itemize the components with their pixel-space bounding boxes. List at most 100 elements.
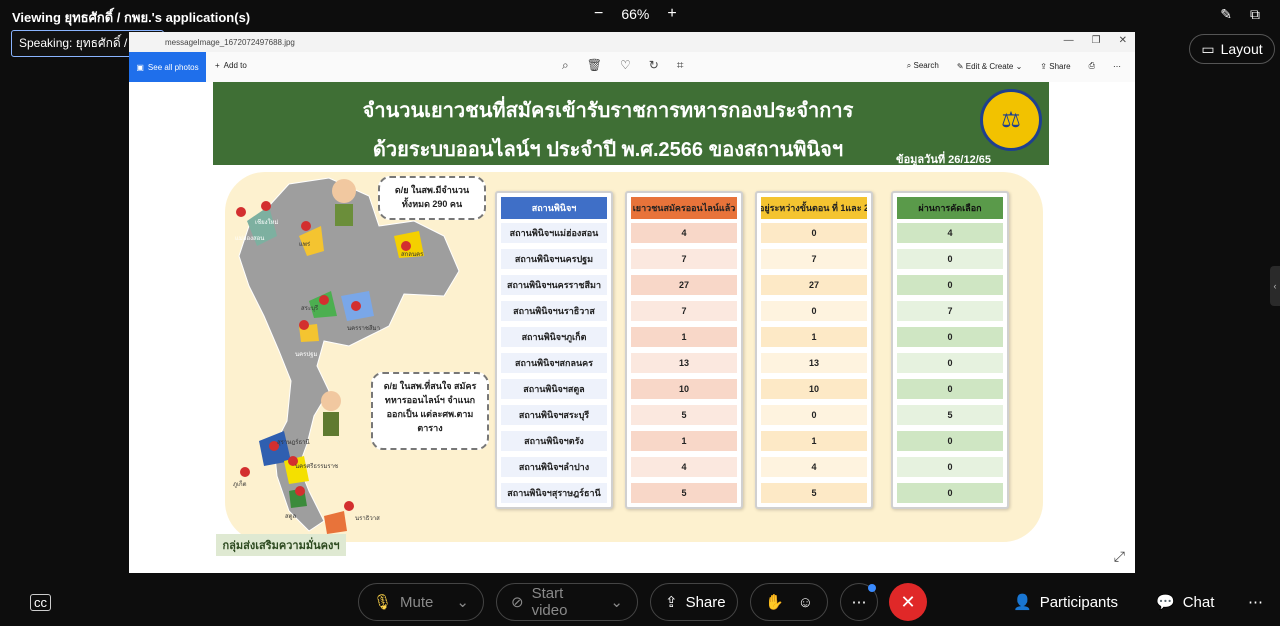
chat-icon: 💬: [1156, 594, 1175, 611]
participants-button[interactable]: 👤 Participants: [1013, 593, 1118, 612]
station-name-cell: สถานพินิจฯนครปฐม: [501, 249, 607, 269]
value-cell: 5: [761, 483, 867, 503]
add-to-button[interactable]: + Add to: [215, 61, 247, 70]
zoom-icon[interactable]: ⌕: [562, 58, 569, 73]
value-cell: 27: [761, 275, 867, 295]
infographic-title-line2: ด้วยระบบออนไลน์ฯ ประจำปี พ.ศ.2566 ของสถา…: [372, 139, 844, 161]
see-all-label: See all photos: [147, 62, 199, 72]
value-cell: 1: [631, 431, 737, 451]
station-name-cell: สถานพินิจฯนครราชสีมา: [501, 275, 607, 295]
annotate-icon[interactable]: ✎: [1220, 6, 1232, 23]
infographic-banner: จำนวนเยาวชนที่สมัครเข้ารับราชการทหารกองป…: [213, 82, 1049, 166]
map-label: นครปฐม: [295, 351, 317, 358]
chevron-down-icon[interactable]: ⌄: [456, 593, 469, 611]
map-label: ภูเก็ต: [233, 479, 247, 488]
viewer-right-tools: ⌕ Search ✎ Edit & Create ⌄ ⇪ Share ⎙ ⋯: [907, 61, 1121, 71]
map-label: สุราษฎร์ธานี: [277, 438, 310, 446]
share-label: Share: [685, 593, 726, 611]
value-cell: 0: [897, 431, 1003, 451]
map-label: เชียงใหม่: [255, 218, 278, 226]
popout-icon[interactable]: ⧉: [1250, 6, 1260, 23]
zoom-out-button[interactable]: −: [594, 5, 603, 23]
column-header: สถานพินิจฯ: [501, 197, 607, 219]
favorite-icon[interactable]: ♡: [620, 58, 631, 73]
edit-create-button[interactable]: ✎ Edit & Create ⌄: [957, 62, 1022, 71]
viewer-share-button[interactable]: ⇪ Share: [1040, 62, 1070, 71]
chat-label: Chat: [1182, 593, 1215, 611]
station-name-cell: สถานพินิจฯแม่ฮ่องสอน: [501, 223, 607, 243]
minimize-icon[interactable]: —: [1064, 35, 1074, 46]
layout-icon: ▭: [1201, 40, 1215, 57]
column-header: เยาวชนสมัครออนไลน์แล้ว: [631, 197, 737, 219]
station-name-cell: สถานพินิจฯสตูล: [501, 379, 607, 399]
more-icon[interactable]: ⋯: [1113, 62, 1121, 71]
thailand-map: เชียงใหม่ แม่ฮ่องสอน แพร่ สกลนคร สระบุรี…: [233, 177, 460, 534]
mute-label: Mute: [400, 593, 434, 611]
raise-hand-icon[interactable]: ✋: [765, 593, 784, 611]
start-video-button[interactable]: ⊘ Start video ⌄: [496, 583, 638, 621]
delete-icon[interactable]: 🗑: [587, 58, 602, 73]
fullscreen-icon[interactable]: ⤢: [1114, 548, 1125, 565]
chat-button[interactable]: 💬 Chat: [1156, 593, 1215, 612]
table-column-applied: เยาวชนสมัครออนไลน์แล้ว 4 7 27 7 1 13 10 5 1 4 5: [625, 191, 743, 509]
value-cell: 1: [761, 431, 867, 451]
value-cell: 0: [897, 457, 1003, 477]
value-cell: 13: [631, 353, 737, 373]
plus-icon: +: [215, 61, 220, 70]
captions-icon[interactable]: cc: [30, 594, 51, 611]
meeting-top-bar: Viewing ยุทธศักดิ์ / กพย.'s application(…: [0, 0, 1280, 30]
map-label: นราธิวาส: [355, 515, 380, 522]
infographic-footer: กลุ่มส่งเสริมความมั่นคงฯ: [216, 534, 346, 556]
end-call-button[interactable]: ✕: [889, 583, 927, 621]
value-cell: 5: [897, 405, 1003, 425]
value-cell: 7: [761, 249, 867, 269]
chevron-down-icon[interactable]: ⌄: [610, 593, 623, 611]
map-label: นครราชสีมา: [347, 324, 380, 332]
more-icon: ⋯: [851, 594, 867, 611]
mute-button[interactable]: 🎙 Mute ⌄: [358, 583, 484, 621]
value-cell: 27: [631, 275, 737, 295]
value-cell: 0: [761, 301, 867, 321]
value-cell: 0: [897, 379, 1003, 399]
table-column-station: สถานพินิจฯ สถานพินิจฯแม่ฮ่องสอนสถานพินิจ…: [495, 191, 613, 509]
zoom-in-button[interactable]: +: [667, 5, 676, 23]
callout-explain: ด/ย ในสพ.ที่สนใจ สมัครทหารออนไลน์ฯ จำแนก…: [371, 372, 489, 450]
shared-photo-viewer: messageImage_1672072497688.jpg — ❐ ✕ ▣ S…: [129, 32, 1135, 573]
maximize-icon[interactable]: ❐: [1092, 35, 1101, 46]
station-name-cell: สถานพินิจฯภูเก็ต: [501, 327, 607, 347]
value-cell: 4: [631, 223, 737, 243]
more-icon[interactable]: ⋯: [1248, 593, 1263, 611]
microphone-icon: 🎙: [373, 594, 393, 611]
viewer-search-button[interactable]: ⌕ Search: [907, 61, 939, 71]
see-all-photos-button[interactable]: ▣ See all photos: [129, 52, 206, 82]
value-cell: 5: [631, 483, 737, 503]
viewer-titlebar: messageImage_1672072497688.jpg — ❐ ✕: [129, 32, 1135, 52]
infographic-image: จำนวนเยาวชนที่สมัครเข้ารับราชการทหารกองป…: [213, 82, 1051, 560]
value-cell: 10: [631, 379, 737, 399]
station-name-cell: สถานพินิจฯสุราษฎร์ธานี: [501, 483, 607, 503]
reactions-icon[interactable]: ☺: [798, 594, 813, 611]
table-column-in-process: อยู่ระหว่างขั้นตอน ที่ 1และ 2 0 7 27 0 1 13 10…: [755, 191, 873, 509]
viewer-filename: messageImage_1672072497688.jpg: [165, 38, 295, 47]
start-video-label: Start video: [531, 585, 568, 619]
side-panel-toggle[interactable]: ‹: [1270, 266, 1280, 306]
viewer-search-label: Search: [913, 61, 939, 70]
column-header: ผ่านการคัดเลือก: [897, 197, 1003, 219]
reactions-group: ✋ ☺: [750, 583, 828, 621]
photos-icon: ▣: [136, 62, 144, 72]
print-icon[interactable]: ⎙: [1089, 61, 1095, 71]
layout-button[interactable]: ▭ Layout: [1189, 34, 1275, 64]
share-title: Viewing ยุทธศักดิ์ / กพย.'s application(…: [12, 10, 251, 25]
rotate-icon[interactable]: ↻: [649, 58, 659, 73]
value-cell: 0: [897, 249, 1003, 269]
map-label: สกลนคร: [401, 251, 424, 258]
share-button[interactable]: ⇪ Share: [650, 583, 738, 621]
value-cell: 0: [897, 275, 1003, 295]
crop-icon[interactable]: ⌗: [677, 58, 684, 73]
map-label: สระบุรี: [301, 304, 319, 312]
map-label: แพร่: [299, 241, 311, 248]
value-cell: 1: [761, 327, 867, 347]
value-cell: 0: [761, 223, 867, 243]
close-icon[interactable]: ✕: [1119, 35, 1127, 46]
viewer-toolbar: ▣ See all photos + Add to ⌕ 🗑 ♡ ↻ ⌗ ⌕ Se…: [129, 52, 1135, 82]
